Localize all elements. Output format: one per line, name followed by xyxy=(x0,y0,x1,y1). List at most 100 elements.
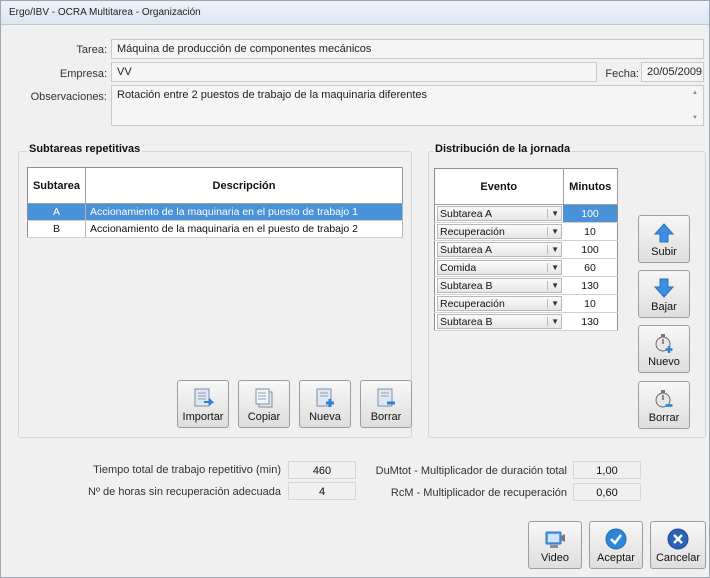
rcm-label: RcM - Multiplicador de recuperación xyxy=(390,487,567,499)
borrar-evento-label: Borrar xyxy=(648,412,680,424)
video-icon xyxy=(545,531,565,548)
table-row[interactable]: A Accionamiento de la maquinaria en el p… xyxy=(27,203,403,221)
subir-button[interactable]: Subir xyxy=(638,215,690,263)
window-title: Ergo/IBV - OCRA Multitarea - Organizació… xyxy=(1,1,709,25)
evento-select[interactable]: Subtarea B ▼ xyxy=(437,278,562,293)
table-row[interactable]: Recuperación ▼ 10 xyxy=(434,294,618,313)
observaciones-label: Observaciones: xyxy=(30,91,107,103)
table-row[interactable]: Recuperación ▼ 10 xyxy=(434,222,618,241)
arrow-up-icon xyxy=(653,223,675,243)
distribucion-title: Distribución de la jornada xyxy=(433,143,573,155)
copiar-button[interactable]: Copiar xyxy=(238,380,290,428)
dropdown-arrow-icon[interactable]: ▼ xyxy=(547,317,559,326)
dropdown-arrow-icon[interactable]: ▼ xyxy=(547,245,559,254)
table-row[interactable]: Subtarea A ▼ 100 xyxy=(434,204,618,223)
nuevo-label: Nuevo xyxy=(648,356,680,368)
tiempo-label: Tiempo total de trabajo repetitivo (min) xyxy=(93,464,281,476)
copiar-label: Copiar xyxy=(247,411,281,423)
table-row[interactable]: Subtarea A ▼ 100 xyxy=(434,240,618,259)
aceptar-label: Aceptar xyxy=(597,552,635,564)
dumtot-label: DuMtot - Multiplicador de duración total xyxy=(375,465,567,477)
dropdown-arrow-icon[interactable]: ▼ xyxy=(547,263,559,272)
subtareas-table: Subtarea Descripción A Accionamiento de … xyxy=(27,167,403,238)
scroll-down-icon[interactable]: ▼ xyxy=(692,115,698,121)
evento-select[interactable]: Recuperación ▼ xyxy=(437,224,562,239)
nueva-button[interactable]: Nueva xyxy=(299,380,351,428)
dropdown-arrow-icon[interactable]: ▼ xyxy=(547,299,559,308)
empresa-label: Empresa: xyxy=(59,68,107,80)
subir-label: Subir xyxy=(651,246,677,258)
ocra-window: Ergo/IBV - OCRA Multitarea - Organizació… xyxy=(0,0,710,578)
dropdown-arrow-icon[interactable]: ▼ xyxy=(547,227,559,236)
minutos-cell[interactable]: 100 xyxy=(563,240,618,259)
minutos-cell[interactable]: 10 xyxy=(563,222,618,241)
empresa-field[interactable]: VV xyxy=(111,62,597,82)
nueva-label: Nueva xyxy=(309,411,341,423)
dropdown-arrow-icon[interactable]: ▼ xyxy=(547,209,559,218)
rcm-value: 0,60 xyxy=(573,483,641,501)
checkmark-icon xyxy=(605,528,627,550)
table-row[interactable]: Subtarea B ▼ 130 xyxy=(434,276,618,295)
stopwatch-add-icon xyxy=(655,334,673,353)
minutos-cell[interactable]: 10 xyxy=(563,294,618,313)
evento-value: Subtarea A xyxy=(440,243,492,256)
video-button[interactable]: Video xyxy=(528,521,582,569)
subtarea-id: B xyxy=(27,220,86,238)
import-icon xyxy=(194,388,214,407)
dumtot-value: 1,00 xyxy=(573,461,641,479)
borrar-subtarea-label: Borrar xyxy=(370,411,402,423)
aceptar-button[interactable]: Aceptar xyxy=(589,521,643,569)
new-document-icon xyxy=(316,388,334,407)
table-row[interactable]: Comida ▼ 60 xyxy=(434,258,618,277)
scroll-up-icon[interactable]: ▲ xyxy=(692,90,698,96)
cancelar-label: Cancelar xyxy=(655,552,701,564)
col-evento[interactable]: Evento xyxy=(434,168,564,205)
importar-button[interactable]: Importar xyxy=(177,380,229,428)
evento-value: Subtarea A xyxy=(440,207,492,220)
fecha-label: Fecha: xyxy=(605,68,639,80)
cancelar-button[interactable]: Cancelar xyxy=(650,521,706,569)
observaciones-textarea[interactable]: Rotación entre 2 puestos de trabajo de l… xyxy=(111,85,704,126)
col-subtarea[interactable]: Subtarea xyxy=(27,167,86,204)
evento-select[interactable]: Comida ▼ xyxy=(437,260,562,275)
evento-value: Recuperación xyxy=(440,225,505,238)
nuevo-evento-button[interactable]: Nuevo xyxy=(638,325,690,373)
cancel-icon xyxy=(667,528,689,550)
tarea-label: Tarea: xyxy=(76,44,107,56)
table-row[interactable]: B Accionamiento de la maquinaria en el p… xyxy=(27,220,403,238)
tarea-field[interactable]: Máquina de producción de componentes mec… xyxy=(111,39,704,59)
minutos-cell[interactable]: 100 xyxy=(563,204,618,223)
minutos-cell[interactable]: 130 xyxy=(563,276,618,295)
evento-select[interactable]: Subtarea A ▼ xyxy=(437,242,562,257)
horas-value: 4 xyxy=(288,482,356,500)
fecha-field[interactable]: 20/05/2009 xyxy=(641,62,704,82)
horas-label: Nº de horas sin recuperación adecuada xyxy=(88,486,281,498)
observaciones-scrollbar[interactable]: ▲ ▼ xyxy=(690,87,702,124)
dropdown-arrow-icon[interactable]: ▼ xyxy=(547,281,559,290)
evento-select[interactable]: Recuperación ▼ xyxy=(437,296,562,311)
subtarea-desc: Accionamiento de la maquinaria en el pue… xyxy=(85,220,403,238)
video-label: Video xyxy=(541,552,569,564)
distribucion-table: Evento Minutos Subtarea A ▼ 100 Recuperac… xyxy=(434,168,618,331)
observaciones-text: Rotación entre 2 puestos de trabajo de l… xyxy=(117,89,428,101)
subtarea-id: A xyxy=(27,203,86,221)
minutos-cell[interactable]: 60 xyxy=(563,258,618,277)
subtareas-title: Subtareas repetitivas xyxy=(27,143,143,155)
borrar-subtarea-button[interactable]: Borrar xyxy=(360,380,412,428)
subtarea-desc: Accionamiento de la maquinaria en el pue… xyxy=(85,203,403,221)
table-row[interactable]: Subtarea B ▼ 130 xyxy=(434,312,618,331)
copy-icon xyxy=(255,388,273,408)
col-descripcion[interactable]: Descripción xyxy=(85,167,403,204)
bajar-button[interactable]: Bajar xyxy=(638,270,690,318)
evento-value: Subtarea B xyxy=(440,279,493,292)
evento-value: Comida xyxy=(440,261,477,274)
minutos-cell[interactable]: 130 xyxy=(563,312,618,331)
borrar-evento-button[interactable]: Borrar xyxy=(638,381,690,429)
evento-select[interactable]: Subtarea A ▼ xyxy=(437,206,562,221)
evento-value: Recuperación xyxy=(440,297,505,310)
bajar-label: Bajar xyxy=(651,301,677,313)
delete-document-icon xyxy=(377,388,395,407)
col-minutos[interactable]: Minutos xyxy=(563,168,618,205)
evento-select[interactable]: Subtarea B ▼ xyxy=(437,314,562,329)
arrow-down-icon xyxy=(653,278,675,298)
